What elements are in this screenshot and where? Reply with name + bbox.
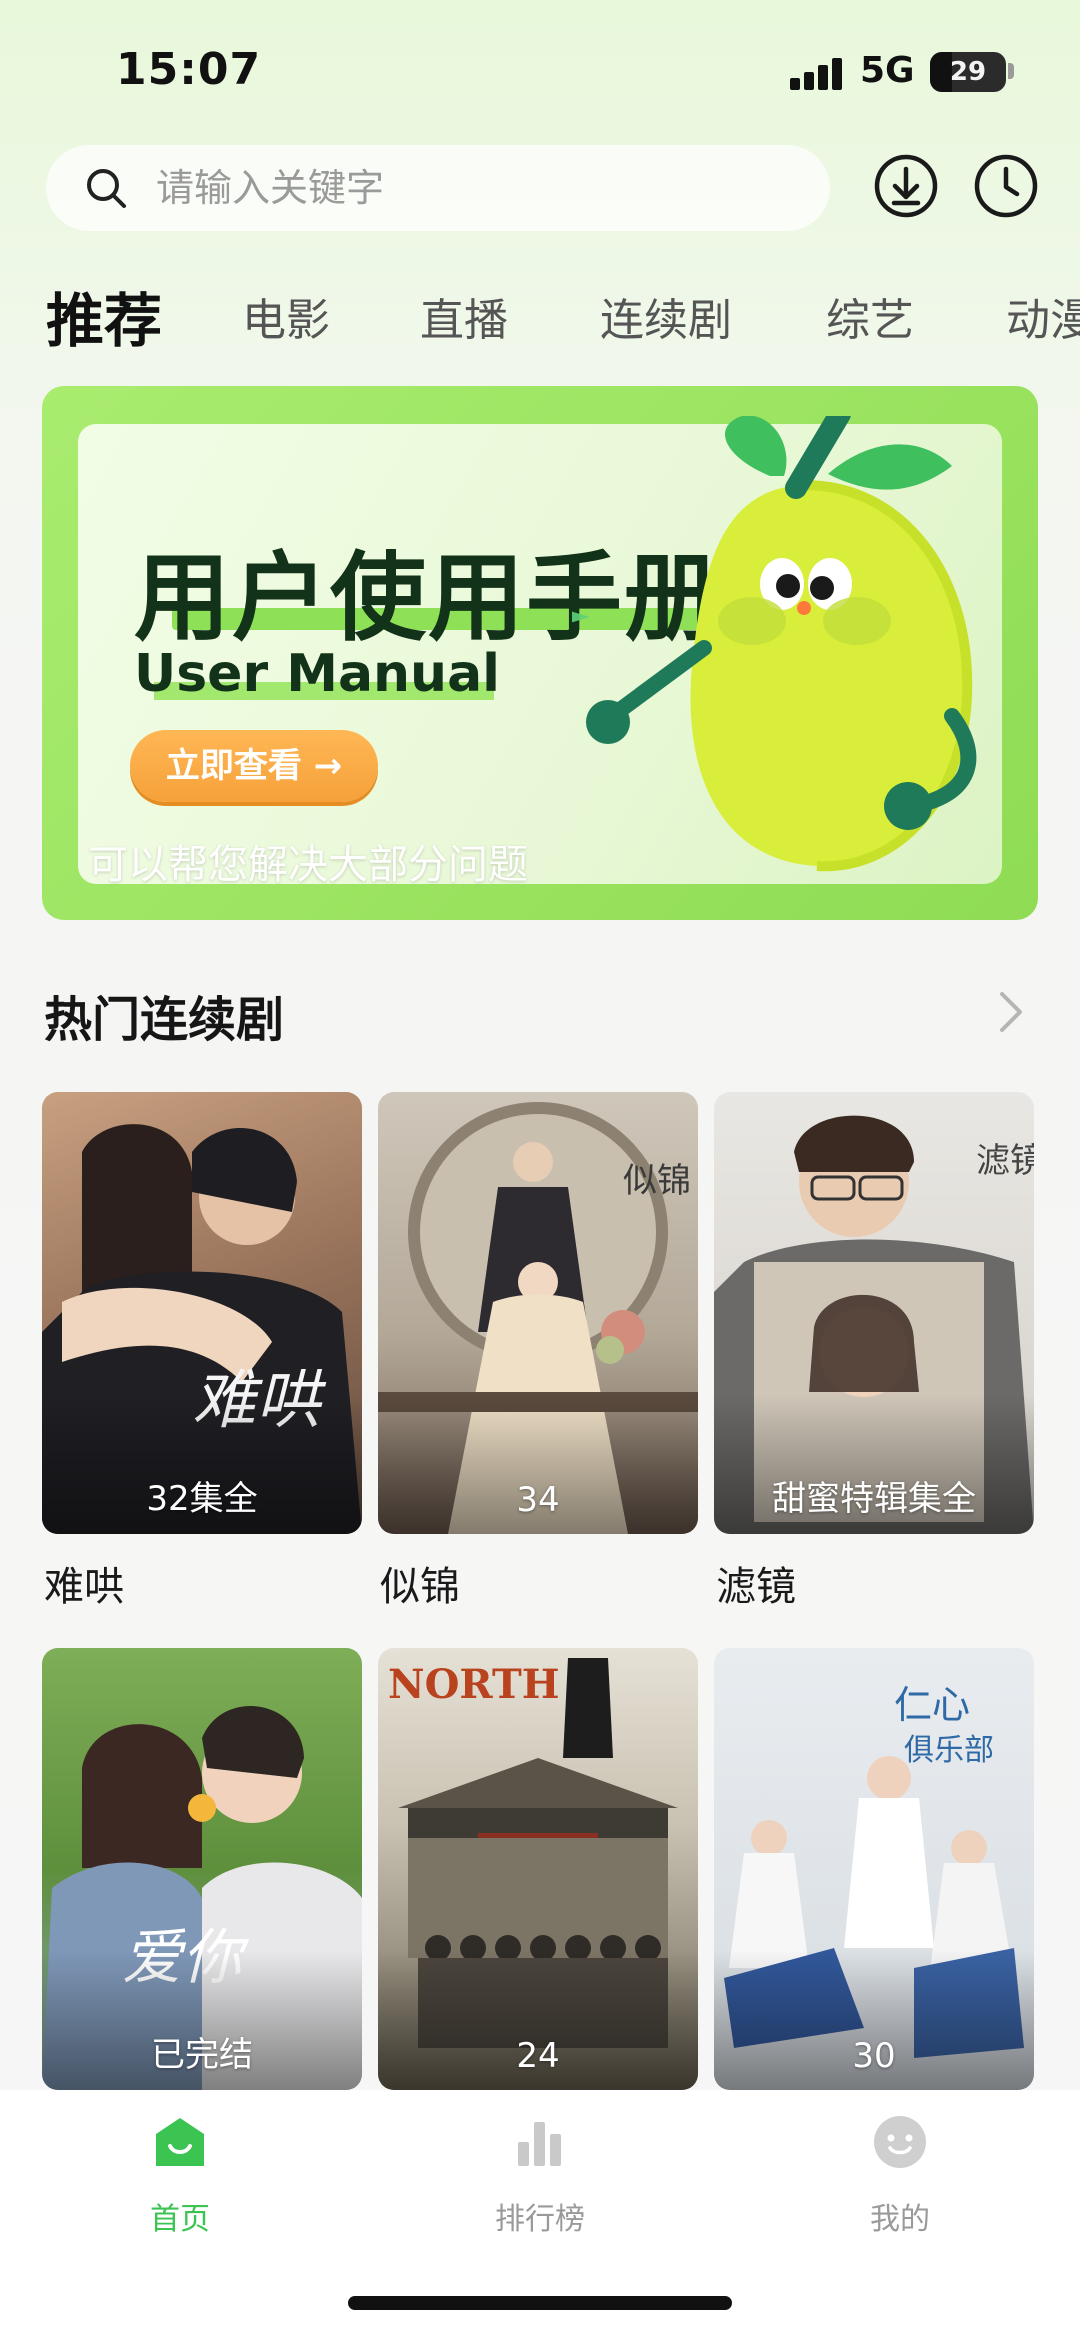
banner-caption: 可以帮您解决大部分问题 xyxy=(88,842,528,888)
episode-badge: 24 xyxy=(516,2036,560,2076)
svg-text:似锦: 似锦 xyxy=(623,1161,691,1201)
lemon-mascot-icon xyxy=(572,416,977,872)
home-indicator[interactable] xyxy=(348,2296,732,2310)
drama-title[interactable]: 似锦 xyxy=(380,1554,460,1612)
nav-label: 首页 xyxy=(150,2202,210,2237)
chevron-right-icon[interactable] xyxy=(990,984,1034,1040)
drama-poster[interactable]: 爱你 已完结 xyxy=(42,1648,362,2090)
svg-text:NORTH: NORTH xyxy=(388,1661,560,1708)
nav-profile[interactable]: 我的 xyxy=(800,2114,1000,2244)
svg-text:俱乐部: 俱乐部 xyxy=(904,1733,994,1768)
tab-movie[interactable]: 电影 xyxy=(242,284,330,348)
download-icon[interactable] xyxy=(872,152,940,220)
episode-badge: 甜蜜特辑集全 xyxy=(772,1479,976,1519)
nav-label: 排行榜 xyxy=(495,2202,585,2237)
episode-badge: 34 xyxy=(516,1480,560,1520)
battery-level: 29 xyxy=(949,57,987,87)
tab-anime[interactable]: 动漫 xyxy=(1006,284,1080,348)
search-input[interactable] xyxy=(156,163,796,213)
section-title: 热门连续剧 xyxy=(44,992,285,1048)
history-icon[interactable] xyxy=(972,152,1040,220)
battery-icon: 29 xyxy=(930,52,1006,92)
chart-icon xyxy=(518,2122,561,2166)
drama-title[interactable]: 难哄 xyxy=(44,1554,124,1612)
episode-badge: 已完结 xyxy=(151,2035,253,2075)
battery-cap xyxy=(1008,63,1014,79)
search-icon xyxy=(87,169,126,208)
signal-icon xyxy=(790,56,846,90)
user-manual-banner[interactable]: 用户使用手册 User Manual 立即查看 → 可以帮您解决大部分问题 xyxy=(42,386,1038,920)
tab-recommend[interactable]: 推荐 xyxy=(46,274,162,352)
tab-series[interactable]: 连续剧 xyxy=(600,284,732,348)
search-bar[interactable] xyxy=(46,145,830,231)
svg-text:滤镜: 滤镜 xyxy=(976,1141,1034,1181)
drama-poster[interactable]: 仁心 俱乐部 30 xyxy=(714,1648,1034,2090)
nav-home[interactable]: 首页 xyxy=(80,2114,280,2244)
status-time: 15:07 xyxy=(116,44,262,95)
banner-subtitle: User Manual xyxy=(134,644,500,704)
network-label: 5G xyxy=(860,50,915,91)
nav-ranking[interactable]: 排行榜 xyxy=(440,2114,640,2244)
view-now-button[interactable]: 立即查看 → xyxy=(130,730,378,802)
episode-badge: 30 xyxy=(852,2036,896,2076)
nav-label: 我的 xyxy=(870,2202,930,2237)
category-tabs: 推荐 电影 直播 连续剧 综艺 动漫 xyxy=(0,272,1080,352)
home-icon xyxy=(156,2118,204,2166)
profile-icon xyxy=(874,2116,926,2168)
tab-variety[interactable]: 综艺 xyxy=(826,284,914,348)
drama-poster[interactable]: 难哄 32集全 xyxy=(42,1092,362,1534)
svg-text:仁心: 仁心 xyxy=(894,1683,970,1727)
drama-poster[interactable]: 似锦 34 xyxy=(378,1092,698,1534)
drama-poster[interactable]: NORTH 24 xyxy=(378,1648,698,2090)
episode-badge: 32集全 xyxy=(146,1479,258,1519)
tab-live[interactable]: 直播 xyxy=(420,284,508,348)
drama-title[interactable]: 滤镜 xyxy=(716,1554,796,1612)
drama-poster[interactable]: 滤镜 甜蜜特辑集全 xyxy=(714,1092,1034,1534)
status-bar: 15:07 5G 29 xyxy=(0,0,1080,130)
